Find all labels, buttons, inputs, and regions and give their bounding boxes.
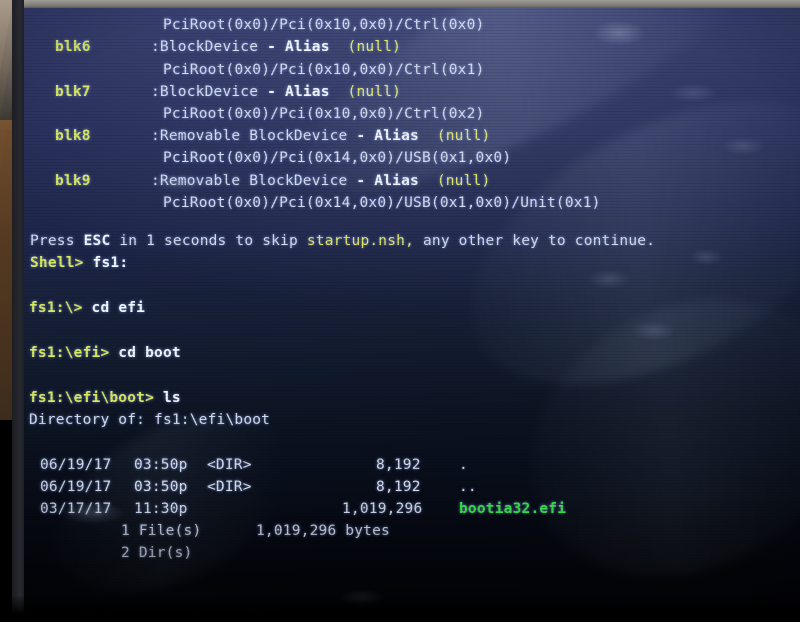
block-device-row: blk6 xyxy=(55,39,91,55)
block-device-row: blk8 xyxy=(55,128,91,144)
block-device-detail: :BlockDevice - Alias (null) xyxy=(151,39,402,55)
device-path-row: PciRoot(0x0)/Pci(0x10,0x0)/Ctrl(0x0) xyxy=(163,17,485,33)
listing-summary-files: 1 File(s) xyxy=(121,523,202,539)
shell-prompt-line[interactable]: Shell> fs1: xyxy=(30,252,128,275)
table-cell-attr: <DIR> xyxy=(207,479,252,495)
table-cell-time: 03:50p xyxy=(134,479,188,495)
console-text-area: PciRoot(0x0)/Pci(0x10,0x0)/Ctrl(0x0) blk… xyxy=(24,8,800,622)
block-device-detail: :BlockDevice - Alias (null) xyxy=(151,84,402,100)
uefi-shell-screen[interactable]: PciRoot(0x0)/Pci(0x10,0x0)/Ctrl(0x0) blk… xyxy=(24,8,800,622)
table-cell-attr: <DIR> xyxy=(207,457,252,473)
photo-of-screen: PciRoot(0x0)/Pci(0x10,0x0)/Ctrl(0x0) blk… xyxy=(0,0,800,622)
table-cell-size: 8,192 xyxy=(376,457,421,473)
command-line-cd-boot[interactable]: fs1:\efi> cd boot xyxy=(29,342,181,365)
device-path-row: PciRoot(0x0)/Pci(0x10,0x0)/Ctrl(0x2) xyxy=(163,106,485,122)
block-device-row: blk9 xyxy=(55,173,91,189)
table-cell-size: 8,192 xyxy=(376,479,421,495)
table-row: 03/17/17 xyxy=(40,501,112,517)
table-cell-size: 1,019,296 xyxy=(342,501,423,517)
listing-summary-bytes: 1,019,296 bytes xyxy=(256,523,390,539)
directory-header: Directory of: fs1:\efi\boot xyxy=(29,412,271,428)
table-cell-name: .. xyxy=(459,479,477,495)
device-path-row: PciRoot(0x0)/Pci(0x10,0x0)/Ctrl(0x1) xyxy=(163,62,485,78)
device-path-row: PciRoot(0x0)/Pci(0x14,0x0)/USB(0x1,0x0)/… xyxy=(163,195,601,211)
table-cell-name: . xyxy=(459,457,468,473)
command-line-ls[interactable]: fs1:\efi\boot> ls xyxy=(29,387,181,410)
startup-nsh-notice: Press ESC in 1 seconds to skip startup.n… xyxy=(30,233,656,249)
block-device-detail: :Removable BlockDevice - Alias (null) xyxy=(151,173,491,189)
monitor-bezel-bottom xyxy=(0,596,800,622)
table-row: 06/19/17 xyxy=(40,479,112,495)
block-device-detail: :Removable BlockDevice - Alias (null) xyxy=(151,128,491,144)
table-cell-name-file[interactable]: bootia32.efi xyxy=(459,498,566,521)
table-row: 06/19/17 xyxy=(40,457,112,473)
command-line-cd-efi[interactable]: fs1:\> cd efi xyxy=(29,297,145,320)
device-path-row: PciRoot(0x0)/Pci(0x14,0x0)/USB(0x1,0x0) xyxy=(163,150,512,166)
table-cell-time: 03:50p xyxy=(134,457,188,473)
block-device-row: blk7 xyxy=(55,84,91,100)
listing-summary-dirs: 2 Dir(s) xyxy=(121,545,193,561)
table-cell-time: 11:30p xyxy=(134,501,188,517)
